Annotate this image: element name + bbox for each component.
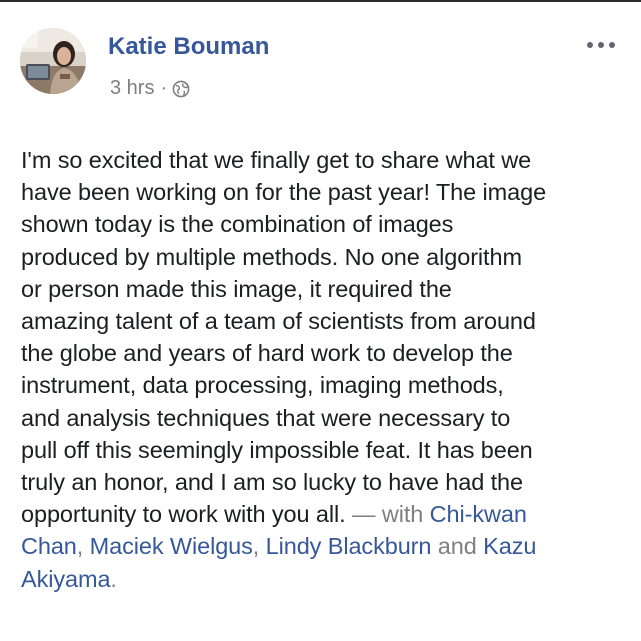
facebook-post-card: Katie Bouman 3 hrs · I'm so excited that… <box>0 0 641 641</box>
tag-separator: , <box>76 533 90 560</box>
globe-icon[interactable] <box>172 80 190 98</box>
and-label: and <box>431 533 484 560</box>
post-line: have been working on for the past year! … <box>21 179 547 206</box>
tag-kazu-akiyama[interactable]: Kazu <box>483 533 536 559</box>
end-period: . <box>110 565 117 592</box>
tag-separator: , <box>252 533 266 560</box>
post-line: opportunity to work with you all. — with… <box>21 498 625 530</box>
meta-separator: · <box>160 77 168 99</box>
more-dot <box>609 42 615 48</box>
post-line: and analysis techniques that were necess… <box>21 404 511 431</box>
post-line: or person made this image, it required t… <box>21 275 452 302</box>
tag-lindy-blackburn[interactable]: Lindy Blackburn <box>266 533 432 559</box>
post-line: shown today is the combination of images <box>21 211 454 238</box>
post-line: Akiyama. <box>21 563 625 595</box>
more-dot <box>598 42 604 48</box>
avatar-photo <box>20 28 86 94</box>
post-line: pull off this seemingly impossible feat.… <box>21 436 533 463</box>
tag-chi-kwan-chan[interactable]: Chi-kwan <box>430 501 527 527</box>
post-body: I'm so excited that we finally get to sh… <box>21 144 625 595</box>
tag-kazu-akiyama[interactable]: Akiyama <box>21 566 111 592</box>
author-name[interactable]: Katie Bouman <box>108 33 269 61</box>
post-line: amazing talent of a team of scientists f… <box>21 308 536 335</box>
post-line: Chan, Maciek Wielgus, Lindy Blackburn an… <box>21 530 625 562</box>
with-label: — with <box>345 501 430 528</box>
post-line: instrument, data processing, imaging met… <box>21 372 504 399</box>
tag-chi-kwan-chan[interactable]: Chan <box>21 533 77 559</box>
more-options-icon[interactable] <box>581 34 621 56</box>
post-line: produced by multiple methods. No one alg… <box>21 243 522 270</box>
post-line-text: opportunity to work with you all. <box>21 501 346 528</box>
post-line: truly an honor, and I am so lucky to hav… <box>21 469 523 496</box>
author-avatar[interactable] <box>20 28 86 94</box>
post-timestamp[interactable]: 3 hrs <box>110 77 154 100</box>
tag-maciek-wielgus[interactable]: Maciek Wielgus <box>90 533 253 559</box>
post-line: the globe and years of hard work to deve… <box>21 340 513 367</box>
top-divider <box>0 0 641 2</box>
more-dot <box>587 42 593 48</box>
post-line: I'm so excited that we finally get to sh… <box>21 147 532 173</box>
post-meta: 3 hrs · <box>110 77 190 100</box>
